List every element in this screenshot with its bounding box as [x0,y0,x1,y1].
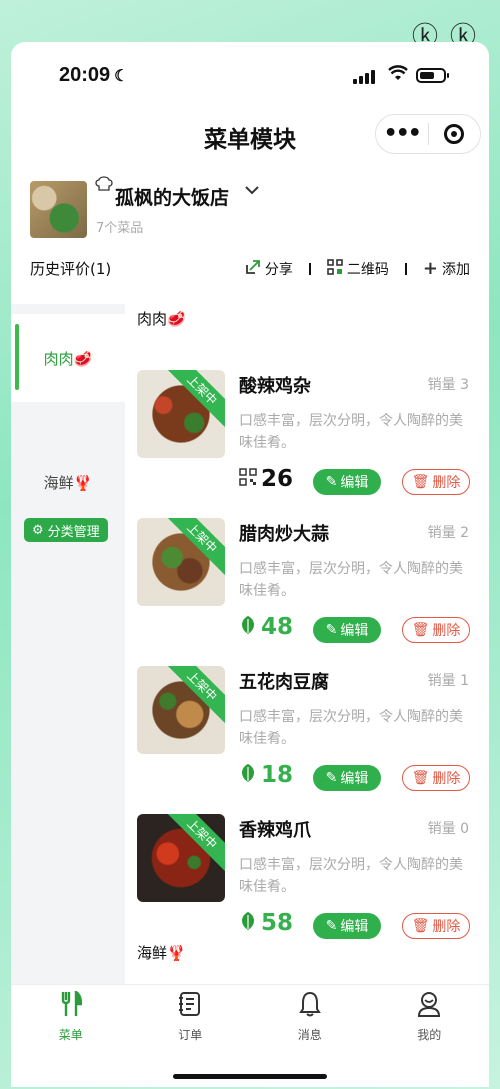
signal-icon [353,70,375,84]
shop-avatar [30,181,87,238]
dish-image: 上架中 [137,370,225,458]
status-time: 20:09 ☾ [59,64,129,86]
tab-profile[interactable]: 我的 [370,985,490,1087]
sidebar-item-meat[interactable]: 肉肉🥩 [11,314,125,402]
dish-image: 上架中 [137,814,225,902]
leaf-icon [239,615,257,640]
trash-icon: 🗑 [411,770,430,786]
bottom-tabbar: 菜单 订单 消息 我的 [11,984,489,1087]
phone-screen: 20:09☾ 菜单模块 ••• 孤枫的大饭店 7个菜品 历史评价(1) 分享 [11,42,489,1087]
on-sale-badge: 上架中 [163,814,225,873]
plus-icon: + [422,258,438,279]
dish-sales: 销量 0 [427,821,469,837]
dish-name: 酸辣鸡杂 [239,376,311,397]
dish-description: 口感丰富，层次分明，令人陶醉的美味佳肴。 [239,709,463,747]
share-icon [245,259,261,279]
chevron-down-icon[interactable] [243,180,261,204]
more-icon[interactable]: ••• [376,123,428,145]
edit-icon: ✎ [325,474,338,490]
dish-price: 48 [239,614,293,640]
edit-icon: ✎ [325,622,338,638]
category-manage-button[interactable]: ⚙ 分类管理 [24,518,108,542]
edit-button[interactable]: ✎ 编辑 [313,913,381,939]
trash-icon: 🗑 [411,622,430,638]
history-reviews-link[interactable]: 历史评价(1) [30,258,111,279]
home-indicator [173,1074,327,1079]
bell-icon [298,991,321,1026]
user-icon [417,991,441,1026]
edit-icon: ✎ [325,918,338,934]
on-sale-badge: 上架中 [163,666,225,725]
trash-icon: 🗑 [411,918,430,934]
delete-button[interactable]: 🗑 删除 [402,765,470,791]
section-title: 海鲜🦞 [137,944,186,962]
dish-card[interactable]: 上架中 酸辣鸡杂 销量 3 口感丰富，层次分明，令人陶醉的美味佳肴。 26 ✎ 编… [137,370,479,500]
dish-price: 58 [239,910,293,936]
dish-image: 上架中 [137,666,225,754]
delete-button[interactable]: 🗑 删除 [402,469,470,495]
edit-button[interactable]: ✎ 编辑 [313,469,381,495]
dish-description: 口感丰富，层次分明，令人陶醉的美味佳肴。 [239,561,463,599]
leaf-icon [239,911,257,936]
qrcode-icon [327,258,343,279]
dish-count: 7个菜品 [96,221,144,236]
dish-price: 26 [239,466,293,492]
qrcode-button[interactable]: 二维码 [327,258,389,279]
add-button[interactable]: + 添加 [423,258,470,279]
dish-sales: 销量 1 [427,673,469,689]
dish-price: 18 [239,762,293,788]
action-bar: 分享 二维码 + 添加 [245,258,470,279]
dish-name: 五花肉豆腐 [239,672,329,693]
chef-hat-icon [95,176,113,196]
order-list-icon [178,991,202,1026]
mini-program-capsule: ••• [375,114,481,154]
tab-menu[interactable]: 菜单 [11,985,131,1087]
qr-icon [239,467,257,491]
dish-image: 上架中 [137,518,225,606]
shop-name[interactable]: 孤枫的大饭店 [115,183,229,210]
delete-button[interactable]: 🗑 删除 [402,913,470,939]
dish-name: 香辣鸡爪 [239,820,311,841]
moon-icon: ☾ [114,68,129,85]
edit-button[interactable]: ✎ 编辑 [313,617,381,643]
dish-card[interactable]: 上架中 香辣鸡爪 销量 0 口感丰富，层次分明，令人陶醉的美味佳肴。 58 ✎ 编… [137,814,479,944]
on-sale-badge: 上架中 [163,370,225,429]
dish-sales: 销量 3 [427,377,469,393]
on-sale-badge: 上架中 [163,518,225,577]
battery-icon [416,68,449,83]
dish-card[interactable]: 上架中 腊肉炒大蒜 销量 2 口感丰富，层次分明，令人陶醉的美味佳肴。 48 ✎… [137,518,479,648]
dish-name: 腊肉炒大蒜 [239,524,329,545]
leaf-icon [239,763,257,788]
dish-sales: 销量 2 [427,525,469,541]
share-button[interactable]: 分享 [245,259,293,279]
dish-description: 口感丰富，层次分明，令人陶醉的美味佳肴。 [239,857,463,895]
fork-knife-icon [60,989,82,1026]
tab-orders[interactable]: 订单 [131,985,251,1087]
edit-button[interactable]: ✎ 编辑 [313,765,381,791]
section-title: 肉肉🥩 [137,310,186,328]
status-bar: 20:09 ☾ [11,62,489,92]
wifi-icon [388,65,408,86]
trash-icon: 🗑 [411,474,430,490]
close-target-icon[interactable] [428,124,480,144]
tab-messages[interactable]: 消息 [250,985,370,1087]
dish-card[interactable]: 上架中 五花肉豆腐 销量 1 口感丰富，层次分明，令人陶醉的美味佳肴。 18 ✎… [137,666,479,796]
delete-button[interactable]: 🗑 删除 [402,617,470,643]
sidebar-item-seafood[interactable]: 海鲜🦞 [11,438,125,526]
dish-description: 口感丰富，层次分明，令人陶醉的美味佳肴。 [239,413,463,451]
gear-icon: ⚙ [32,522,44,538]
dish-list: 肉肉🥩 上架中 酸辣鸡杂 销量 3 口感丰富，层次分明，令人陶醉的美味佳肴。 2… [125,304,489,984]
edit-icon: ✎ [325,770,338,786]
category-sidebar: 肉肉🥩 海鲜🦞 ⚙ 分类管理 [11,304,125,984]
